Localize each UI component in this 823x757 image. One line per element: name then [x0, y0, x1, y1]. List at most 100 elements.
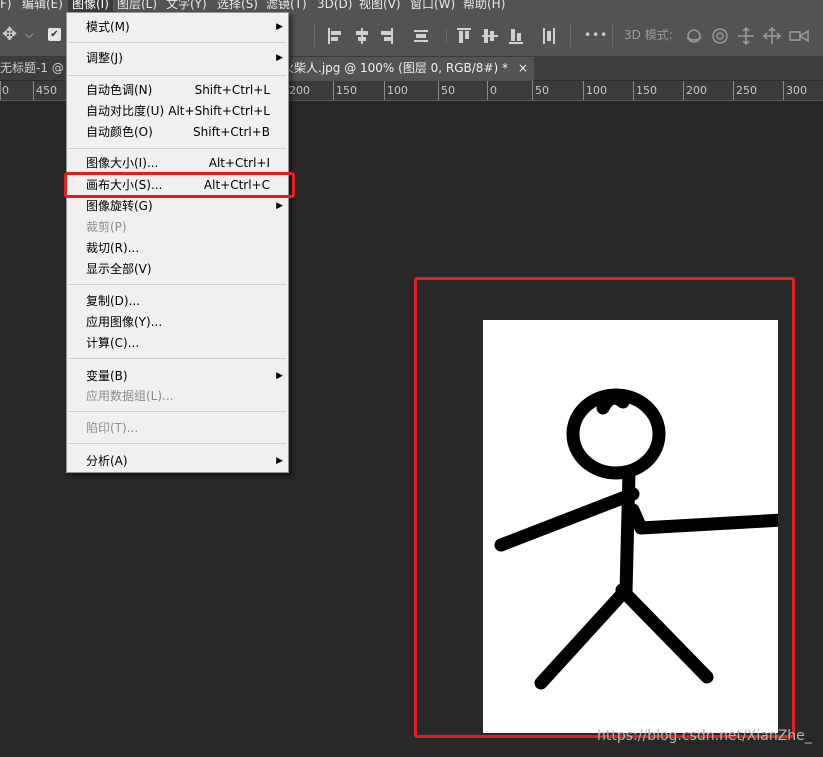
menu-item-label: 图像旋转(G) [86, 199, 153, 213]
menu-3d[interactable]: 3D(D) [317, 0, 352, 10]
distribute-icon[interactable] [414, 30, 428, 42]
submenu-arrow-icon: ▶ [276, 53, 283, 63]
image-menu-dropdown: 模式(M) ▶ 调整(J) ▶ 自动色调(N) Shift+Ctrl+L 自动对… [66, 12, 289, 473]
align-left-icon[interactable] [328, 28, 341, 44]
menu-item-label: 应用图像(Y)... [86, 315, 163, 329]
menu-select[interactable]: 选择(S) [217, 0, 258, 10]
align-bottom-icon[interactable] [509, 29, 523, 44]
options-separator [570, 23, 571, 47]
options-separator [314, 23, 315, 47]
menu-filter[interactable]: 滤镜(T) [266, 0, 307, 10]
ruler-label: 100 [387, 84, 408, 97]
menu-item-label: 分析(A) [86, 454, 128, 468]
menu-item-shortcut: Shift+Ctrl+L [194, 83, 270, 97]
options-separator [612, 23, 613, 47]
ruler-label: 200 [289, 84, 310, 97]
align-horizontal-center-icon[interactable] [356, 28, 368, 44]
menu-separator [69, 148, 286, 149]
menu-separator [69, 411, 286, 412]
ruler-label: 150 [636, 84, 657, 97]
menu-item-apply-image[interactable]: 应用图像(Y)... [67, 312, 288, 333]
align-vertical-center-icon[interactable] [482, 29, 498, 43]
menu-item-calculations[interactable]: 计算(C)... [67, 333, 288, 354]
menu-separator [69, 42, 286, 43]
menu-layer[interactable]: 图层(L) [117, 0, 157, 10]
menu-item-adjustments[interactable]: 调整(J) ▶ [67, 48, 288, 69]
move-tool-icon[interactable]: ✥ [2, 13, 17, 57]
tab-stickman[interactable]: 火柴人.jpg @ 100% (图层 0, RGB/8#) * × [276, 57, 534, 81]
menu-item-auto-contrast[interactable]: 自动对比度(U) Alt+Shift+Ctrl+L [67, 101, 288, 122]
menu-item-label: 变量(B) [86, 369, 128, 383]
menu-separator [69, 75, 286, 76]
3d-roll-icon[interactable] [712, 28, 728, 44]
menu-separator [69, 443, 286, 444]
menu-item-label: 裁切(R)... [86, 241, 140, 255]
submenu-arrow-icon: ▶ [276, 456, 283, 466]
menu-item-auto-tone[interactable]: 自动色调(N) Shift+Ctrl+L [67, 80, 288, 101]
ruler-tick [583, 81, 584, 100]
menu-type[interactable]: 文字(Y) [166, 0, 207, 10]
menu-item-label: 模式(M) [86, 20, 130, 34]
3d-orbit-icon[interactable] [686, 29, 702, 43]
menu-item-label: 调整(J) [86, 51, 123, 65]
more-options-icon[interactable]: ••• [584, 13, 608, 57]
menu-item-duplicate[interactable]: 复制(D)... [67, 291, 288, 312]
menu-item-label: 计算(C)... [86, 336, 140, 350]
ruler-label: 0 [2, 84, 9, 97]
menu-item-trap[interactable]: 陷印(T)... [67, 418, 288, 439]
menu-item-image-size[interactable]: 图像大小(I)... Alt+Ctrl+I [67, 153, 288, 174]
menu-item-shortcut: Shift+Ctrl+B [193, 125, 270, 139]
menu-edit[interactable]: 编辑(E) [22, 0, 63, 10]
close-icon[interactable]: × [518, 61, 528, 75]
menu-item-reveal-all[interactable]: 显示全部(V) [67, 259, 288, 280]
tool-preset-dropdown-icon[interactable]: ⌵ [25, 13, 33, 57]
ruler-label: 450 [36, 84, 57, 97]
menu-help[interactable]: 帮助(H) [463, 0, 505, 10]
ruler-tick [633, 81, 634, 100]
3d-mode-label: 3D 模式: [624, 28, 673, 42]
ruler-label: 150 [336, 84, 357, 97]
align-separator [446, 29, 447, 43]
ruler-tick [0, 81, 1, 100]
menu-item-crop[interactable]: 裁剪(P) [67, 217, 288, 238]
ruler-label: 200 [686, 84, 707, 97]
menu-item-image-rotation[interactable]: 图像旋转(G) ▶ [67, 196, 288, 217]
align-top-icon[interactable] [457, 28, 471, 43]
menu-separator [69, 284, 286, 285]
align-tools [328, 28, 555, 44]
menu-item-label: 显示全部(V) [86, 262, 152, 276]
distribute-vertical-icon[interactable] [543, 28, 555, 44]
align-right-icon[interactable] [381, 28, 393, 44]
ruler-tick [438, 81, 439, 100]
menu-item-shortcut: Alt+Ctrl+I [208, 156, 270, 170]
submenu-arrow-icon: ▶ [276, 201, 283, 211]
ruler-label: 100 [586, 84, 607, 97]
menu-item-analysis[interactable]: 分析(A) ▶ [67, 451, 288, 472]
menu-item-auto-color[interactable]: 自动颜色(O) Shift+Ctrl+B [67, 122, 288, 143]
ruler-tick [487, 81, 488, 100]
menu-item-mode[interactable]: 模式(M) ▶ [67, 17, 288, 38]
ruler-tick [333, 81, 334, 100]
ruler-tick [532, 81, 533, 100]
menu-item-label: 自动对比度(U) [86, 104, 165, 118]
menu-item-label: 应用数据组(L)... [86, 389, 174, 403]
menu-item-label: 自动色调(N) [86, 83, 153, 97]
ruler-tick [683, 81, 684, 100]
menu-view[interactable]: 视图(V) [359, 0, 401, 10]
ruler-label: 0 [490, 84, 497, 97]
ruler-label: 300 [786, 84, 807, 97]
ruler-tick [783, 81, 784, 100]
menu-item-trim[interactable]: 裁切(R)... [67, 238, 288, 259]
3d-pan-icon[interactable] [738, 26, 754, 46]
submenu-arrow-icon: ▶ [276, 371, 283, 381]
menu-item-apply-data-set[interactable]: 应用数据组(L)... [67, 386, 288, 407]
ruler-tick [33, 81, 34, 100]
menu-window[interactable]: 窗口(W) [410, 0, 455, 10]
menu-file[interactable]: F) [0, 0, 12, 10]
3d-slide-icon[interactable] [762, 26, 782, 44]
menu-item-variables[interactable]: 变量(B) ▶ [67, 366, 288, 387]
3d-scale-icon[interactable] [789, 29, 809, 43]
menu-item-label: 复制(D)... [86, 294, 141, 308]
auto-select-checkbox[interactable]: ✔ [48, 28, 61, 41]
menu-separator [69, 358, 286, 359]
